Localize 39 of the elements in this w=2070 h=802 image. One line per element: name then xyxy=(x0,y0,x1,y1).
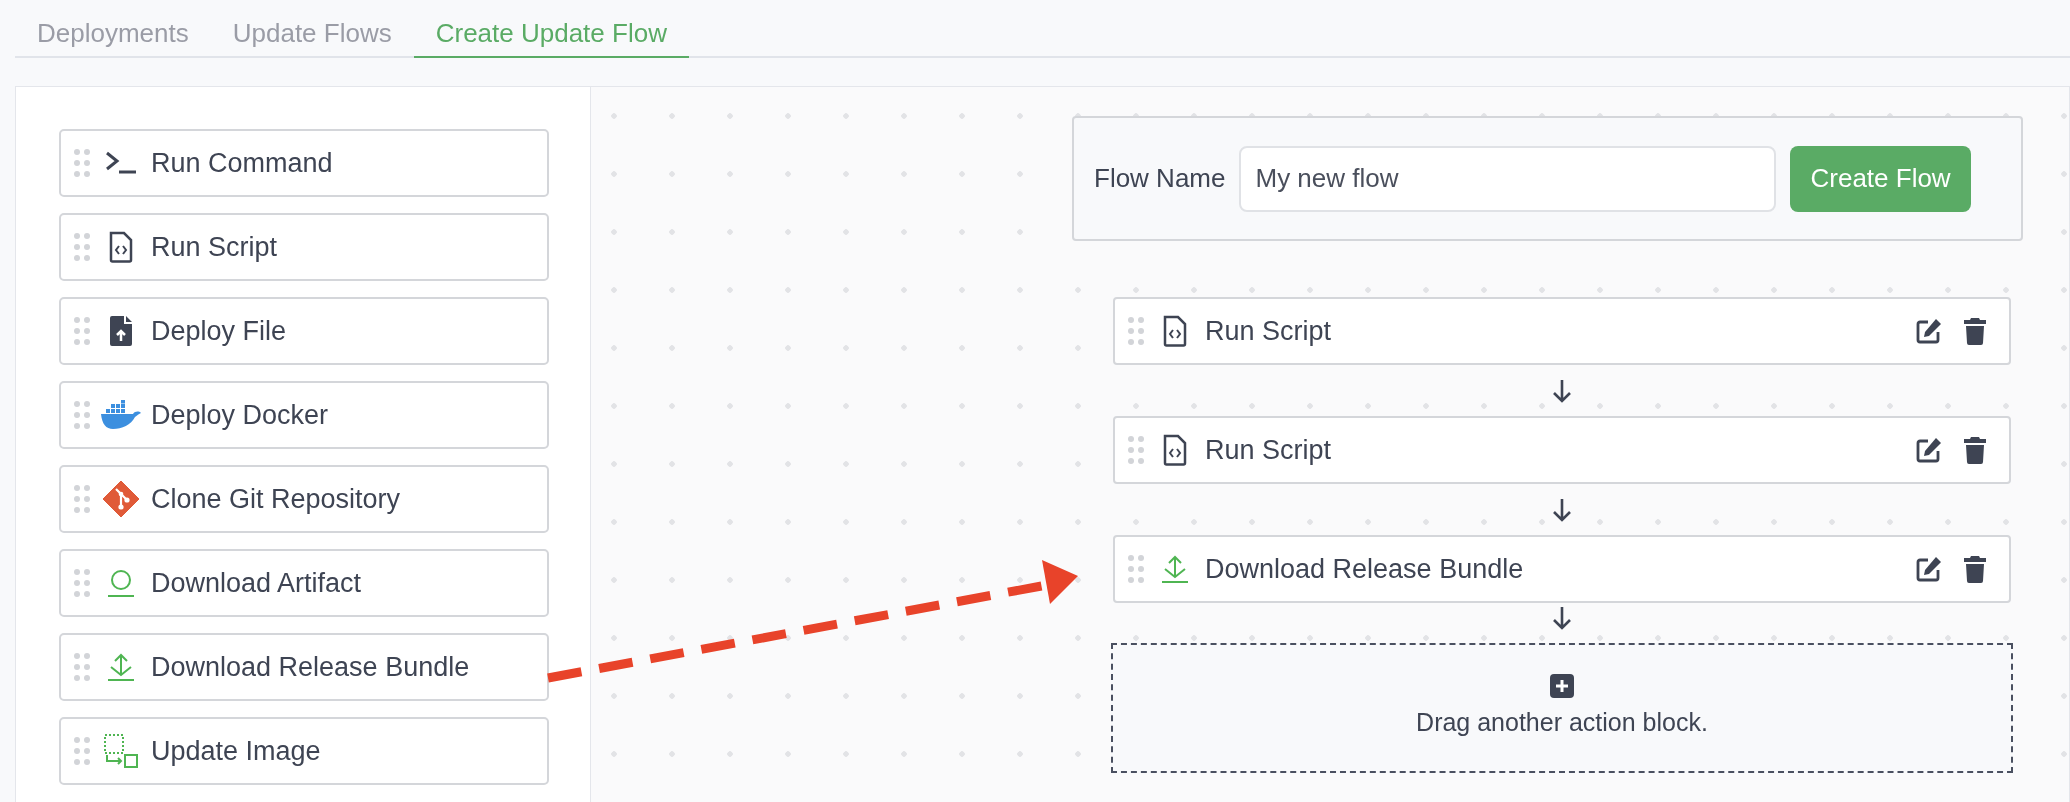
action-label: Deploy Docker xyxy=(151,398,329,432)
drag-handle-icon[interactable] xyxy=(73,232,91,262)
drag-handle-icon[interactable] xyxy=(73,568,91,598)
drag-handle-icon[interactable] xyxy=(73,736,91,766)
action-block[interactable]: Run Script xyxy=(59,213,549,281)
action-label: Download Release Bundle xyxy=(151,650,470,684)
down-arrow-icon xyxy=(1551,605,1573,631)
step-label: Download Release Bundle xyxy=(1205,552,1525,586)
drag-handle-icon[interactable] xyxy=(73,400,91,430)
action-label: Run Script xyxy=(151,230,278,264)
drag-handle-icon[interactable] xyxy=(1127,316,1145,346)
field-label: Flow Name xyxy=(1094,162,1226,195)
down-arrow-icon xyxy=(1551,496,1573,523)
step-label: Run Script xyxy=(1205,433,1333,467)
action-block[interactable]: Run Command xyxy=(59,129,549,197)
drop-zone-text: Drag another action block. xyxy=(1416,707,1708,739)
plus-icon xyxy=(1550,674,1574,699)
action-label: Run Command xyxy=(151,146,333,180)
action-block[interactable]: Deploy File xyxy=(59,297,549,365)
action-label: Deploy File xyxy=(151,314,287,348)
drag-handle-icon[interactable] xyxy=(73,316,91,346)
drag-handle-icon[interactable] xyxy=(73,148,91,178)
action-label: Download Artifact xyxy=(151,566,362,600)
down-arrow-icon xyxy=(1551,377,1573,404)
action-block[interactable]: Update Image xyxy=(59,717,549,785)
action-block[interactable]: Clone Git Repository xyxy=(59,465,549,533)
action-label: Update Image xyxy=(151,734,321,768)
step-label: Run Script xyxy=(1205,314,1333,348)
flow-name-input[interactable]: My new flow xyxy=(1239,145,1777,212)
action-block[interactable]: Download Artifact xyxy=(59,549,549,617)
drop-zone[interactable]: Drag another action block. xyxy=(1111,643,2013,773)
drag-handle-icon[interactable] xyxy=(73,652,91,682)
drag-handle-icon[interactable] xyxy=(1127,554,1145,584)
drag-handle-icon[interactable] xyxy=(73,484,91,514)
whale-icon xyxy=(99,400,143,430)
action-block[interactable]: Download Release Bundle xyxy=(59,633,549,701)
action-label: Clone Git Repository xyxy=(151,482,401,516)
drag-handle-icon[interactable] xyxy=(1127,435,1145,465)
action-block[interactable]: Deploy Docker xyxy=(59,381,549,449)
